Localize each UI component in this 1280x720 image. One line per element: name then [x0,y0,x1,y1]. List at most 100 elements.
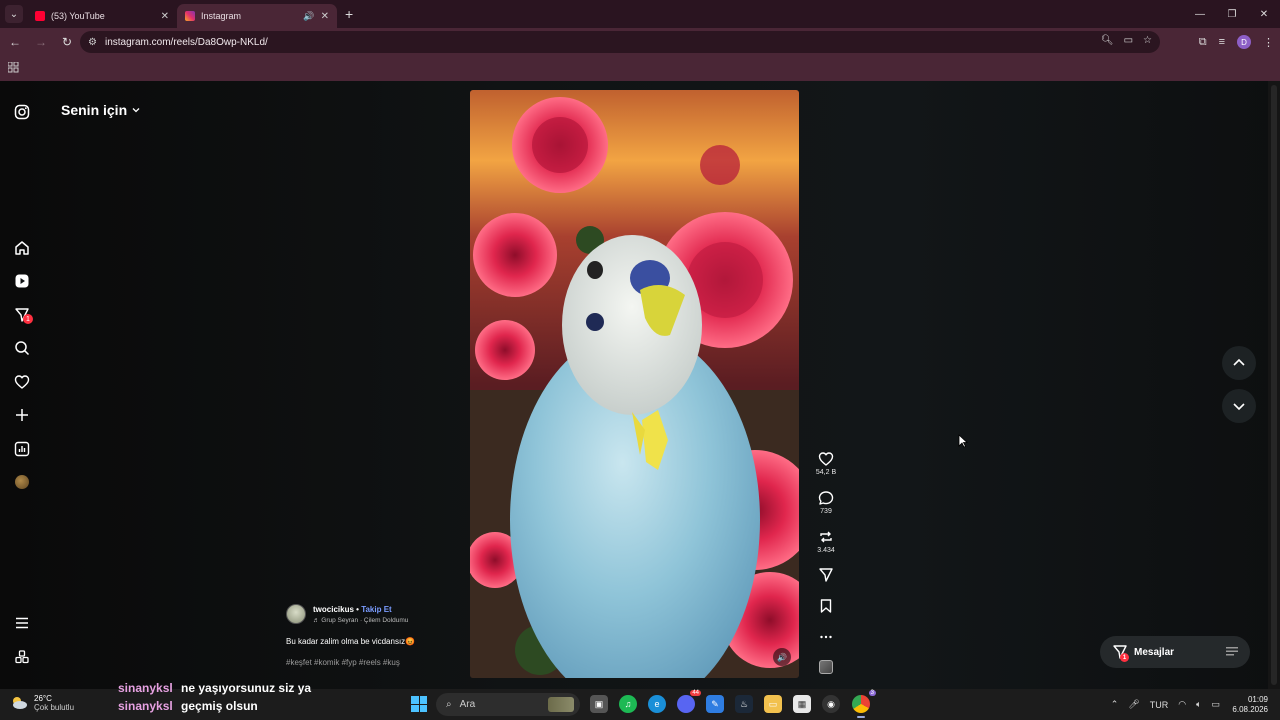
messages-badge: 1 [1120,653,1129,662]
avatar [15,475,29,489]
tab-youtube[interactable]: (53) YouTube ✕ [27,4,177,28]
site-info-icon[interactable]: ⚙ [88,37,97,48]
comment-count: 739 [820,508,832,515]
close-tab-icon[interactable]: ✕ [161,11,169,22]
discord-icon[interactable]: 44 [677,690,701,713]
audio-link[interactable]: ♬ Grup Seyran · Çilem Doldumu [313,617,408,624]
scrollbar[interactable] [1268,81,1280,689]
task-view-icon[interactable]: ▣ [590,695,608,713]
mouse-cursor-icon [958,434,968,448]
like-count: 54,2 B [815,469,837,476]
apps-grid-icon[interactable] [8,62,19,73]
speaker-icon[interactable]: 🔈︎ [1196,699,1201,710]
extensions-icon[interactable]: ⧉ [1199,36,1207,49]
chrome-icon[interactable]: 3 [852,690,876,718]
chat-username: sinanyksl [118,681,173,695]
new-tab-button[interactable]: + [345,6,353,22]
forward-icon[interactable]: → [30,31,52,53]
minimize-icon[interactable]: — [1184,0,1216,28]
zoom-icon[interactable]: 🔍︎ [1101,35,1114,46]
budgie-roses-image [470,90,799,678]
share-action[interactable] [812,567,840,583]
date: 6.08.2026 [1232,705,1268,714]
reload-icon[interactable]: ↻ [56,31,78,53]
volume-icon[interactable]: 🔊 [773,648,791,666]
chat-overlay: sinanyksl ne yaşıyorsunuz siz ya sinanyk… [118,679,311,715]
address-bar[interactable]: ⚙ instagram.com/reels/Da8Owp-NKLd/ 🔍︎ ▭ … [80,31,1160,53]
instagram-sidebar: 1 [0,81,44,689]
restore-icon[interactable]: ❐ [1216,0,1248,28]
search-placeholder: Ara [459,699,476,710]
profile-avatar-icon[interactable] [13,473,31,491]
cast-icon[interactable]: ▭ [1124,35,1133,46]
file-explorer-icon[interactable]: ▭ [764,695,782,713]
edge-icon[interactable]: e [648,695,666,713]
microphone-icon[interactable]: 🎤︎ [1128,699,1139,710]
battery-icon[interactable]: ▭ [1211,699,1220,710]
caption-text: Bu kadar zalim olma be vicdansız😡 [286,637,416,646]
media-controls-icon[interactable]: ≡ [1219,36,1225,48]
chevron-down-icon [1233,403,1245,411]
repost-action[interactable]: 3.434 [812,529,840,554]
reel-video[interactable]: 🔊 [470,90,799,678]
url-text: instagram.com/reels/Da8Owp-NKLd/ [104,36,268,48]
separator-dot: • [356,605,359,614]
home-icon[interactable] [13,239,31,257]
save-action[interactable] [812,598,840,614]
scrollbar-thumb[interactable] [1271,85,1277,685]
avatar[interactable] [286,604,306,624]
like-action[interactable]: 54,2 B [812,451,840,476]
audio-playing-icon[interactable]: 🔊 [303,11,314,22]
more-options-action[interactable] [812,629,840,645]
chat-text: geçmiş olsun [181,699,258,713]
back-icon[interactable]: ← [4,31,26,53]
language-indicator[interactable]: TUR [1150,700,1169,710]
wifi-icon[interactable]: ◠ [1178,699,1186,710]
weather-widget[interactable]: 26°C Çok bulutlu [10,694,74,712]
previous-reel-button[interactable] [1222,346,1256,380]
chevron-down-icon [132,108,140,113]
bookmark-icon [820,599,832,613]
chevron-up-icon [1233,358,1245,366]
also-from-meta-icon[interactable] [13,648,31,666]
instagram-icon [185,11,195,21]
dashboard-icon[interactable] [13,440,31,458]
obs-icon[interactable]: ◉ [822,695,840,713]
bookmark-star-icon[interactable]: ☆ [1143,35,1152,46]
hashtags[interactable]: #keşfet #komik #fyp #reels #kuş [286,658,400,667]
steam-icon[interactable]: ♨ [735,695,753,713]
chat-username: sinanyksl [118,699,173,713]
close-tab-icon[interactable]: ✕ [321,11,329,22]
next-reel-button[interactable] [1222,389,1256,423]
search-icon[interactable] [13,339,31,357]
messages-icon[interactable]: 1 [13,306,33,324]
more-menu-icon[interactable] [13,614,31,632]
instagram-logo-icon[interactable] [13,103,31,121]
original-audio-action[interactable] [812,660,840,674]
reels-icon[interactable] [13,272,31,290]
close-window-icon[interactable]: ✕ [1248,0,1280,28]
clock[interactable]: 01:09 6.08.2026 [1232,695,1268,715]
spotify-icon[interactable]: ♫ [619,695,637,713]
taskbar-search[interactable]: ⌕ Ara [436,693,580,716]
store-icon[interactable]: ▦ [793,695,811,713]
feed-selector[interactable]: Senin için [61,102,141,118]
menu-icon[interactable]: ⋮ [1263,36,1274,49]
tab-search-button[interactable]: ⌄ [5,5,23,23]
follow-button[interactable]: Takip Et [361,605,392,614]
profile-avatar[interactable]: D [1237,35,1251,49]
messages-button[interactable]: 1 Mesajlar [1100,636,1250,668]
username-link[interactable]: twocicikus [313,605,354,614]
bookmarks-bar [0,56,1280,81]
create-plus-icon[interactable] [13,406,31,424]
notifications-heart-icon[interactable] [13,373,31,391]
instagram-page: 1 Senin için 🔊 54,2 B 739 3.434 twocicik… [0,81,1280,689]
start-button[interactable] [411,696,427,712]
editor-icon[interactable]: ✎ [706,695,724,713]
tab-instagram[interactable]: Instagram 🔊 ✕ [177,4,337,28]
chevron-up-icon[interactable]: ⌃ [1111,699,1119,710]
cloud-icon [13,697,27,709]
caption-header: twocicikus • Takip Et [313,605,392,614]
comment-action[interactable]: 739 [812,490,840,515]
discord-badge: 44 [690,690,701,696]
